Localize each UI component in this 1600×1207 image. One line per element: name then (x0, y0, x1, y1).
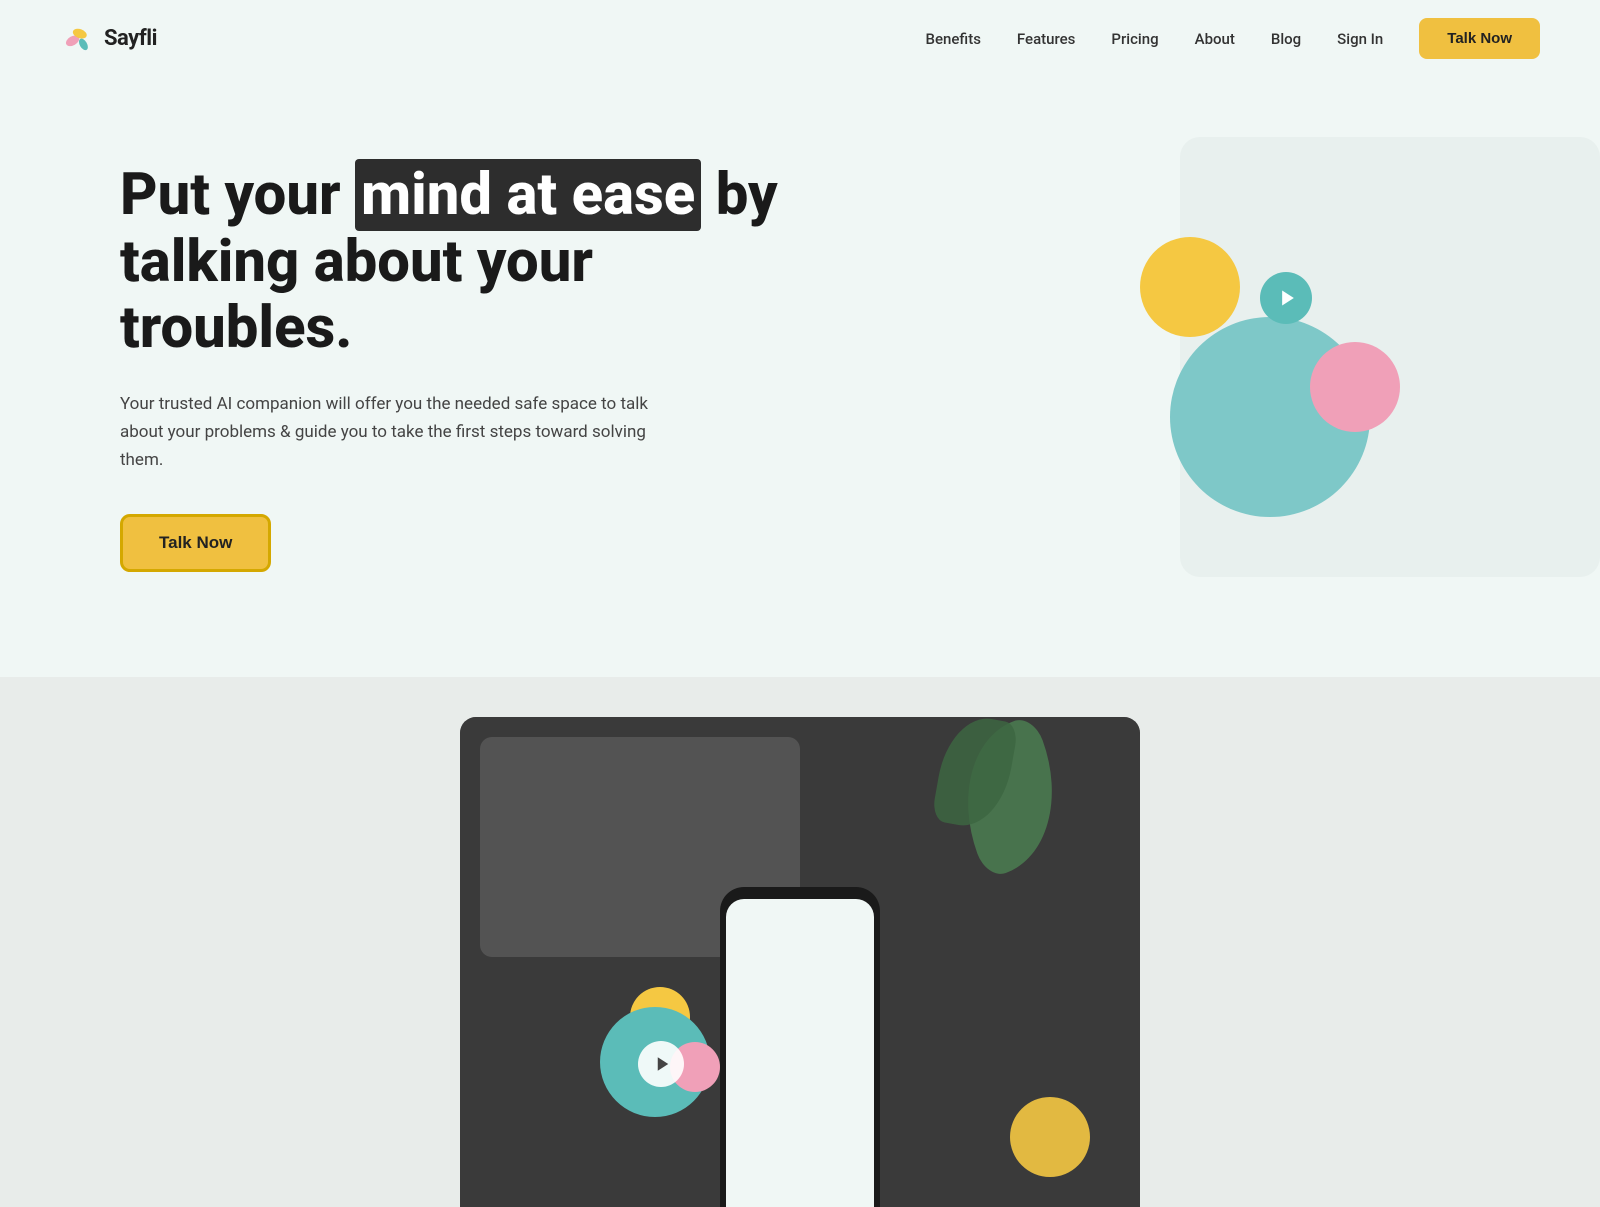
hero-title-highlight: mind at ease (355, 159, 701, 231)
hero-section: Put your mind at ease by talking about y… (0, 77, 1600, 677)
nav-item-features[interactable]: Features (1017, 29, 1075, 48)
hero-subtitle: Your trusted AI companion will offer you… (120, 390, 680, 474)
nav-links: Benefits Features Pricing About Blog Sig… (926, 18, 1540, 59)
hero-title-prefix: Put your (120, 161, 355, 229)
nav-talk-now-button[interactable]: Talk Now (1419, 18, 1540, 59)
pink-circle (1310, 342, 1400, 432)
nav-link-blog[interactable]: Blog (1271, 30, 1301, 48)
nav-item-pricing[interactable]: Pricing (1111, 29, 1158, 48)
hero-illustration (1060, 157, 1540, 577)
nav-item-benefits[interactable]: Benefits (926, 29, 981, 48)
phone-play-icon (654, 1055, 672, 1073)
phone-device (720, 887, 880, 1207)
logo-icon (60, 21, 96, 57)
nav-link-pricing[interactable]: Pricing (1111, 30, 1158, 48)
logo-text: Sayfli (104, 26, 157, 51)
nav-item-blog[interactable]: Blog (1271, 29, 1301, 48)
scene-yellow-circle (1010, 1097, 1090, 1177)
hero-title: Put your mind at ease by talking about y… (120, 162, 800, 362)
nav-link-benefits[interactable]: Benefits (926, 30, 981, 48)
phone-screen (726, 899, 874, 1207)
play-button-illustration[interactable] (1260, 272, 1312, 324)
phone-image-container (460, 717, 1140, 1207)
hero-talk-now-button[interactable]: Talk Now (120, 514, 271, 572)
nav-item-about[interactable]: About (1195, 29, 1235, 48)
play-icon (1278, 288, 1298, 308)
yellow-circle (1140, 237, 1240, 337)
nav-cta[interactable]: Talk Now (1419, 18, 1540, 59)
nav-item-signin[interactable]: Sign In (1337, 29, 1383, 48)
logo[interactable]: Sayfli (60, 21, 157, 57)
phone-play-button[interactable] (638, 1041, 684, 1087)
phone-section (0, 677, 1600, 1207)
nav-link-about[interactable]: About (1195, 30, 1235, 48)
nav-link-signin[interactable]: Sign In (1337, 30, 1383, 48)
navbar: Sayfli Benefits Features Pricing About B… (0, 0, 1600, 77)
nav-link-features[interactable]: Features (1017, 30, 1075, 48)
phone-scene (460, 717, 1140, 1207)
hero-content: Put your mind at ease by talking about y… (120, 162, 800, 572)
